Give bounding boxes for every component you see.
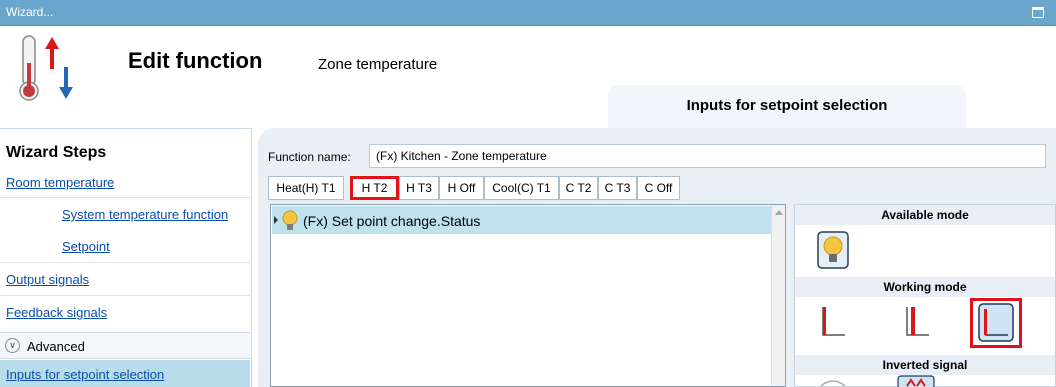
input-label: (Fx) Set point change.Status: [303, 213, 481, 229]
tab-heat-t1[interactable]: Heat(H) T1: [268, 176, 344, 200]
function-name-label: Function name:: [268, 150, 351, 164]
thermometer-icon: [19, 35, 73, 101]
divider: [0, 262, 250, 263]
maximize-icon[interactable]: [1032, 7, 1044, 18]
available-mode-bulb-button[interactable]: [817, 231, 849, 269]
tab-cool-t1[interactable]: Cool(C) T1: [484, 176, 559, 200]
step-room-temperature[interactable]: Room temperature: [6, 175, 114, 190]
function-name-field[interactable]: (Fx) Kitchen - Zone temperature: [369, 144, 1046, 168]
tab-h-t2[interactable]: H T2: [350, 176, 399, 200]
available-mode-title: Available mode: [795, 205, 1055, 225]
current-step-tab: Inputs for setpoint selection: [608, 85, 966, 128]
advanced-toggle[interactable]: ∨ Advanced: [0, 332, 250, 359]
header: Edit function Zone temperature Inputs fo…: [0, 26, 1056, 128]
wizard-steps-panel: Wizard Steps Room temperature System tem…: [0, 128, 252, 387]
divider: [0, 197, 250, 198]
window-title: Wizard...: [6, 5, 54, 19]
main-content: Function name: (Fx) Kitchen - Zone tempe…: [258, 128, 1056, 387]
scroll-up-icon[interactable]: [775, 210, 783, 215]
list-item[interactable]: (Fx) Set point change.Status: [272, 206, 771, 234]
inverted-signal-off-button[interactable]: [819, 378, 847, 387]
step-output-signals[interactable]: Output signals: [6, 272, 89, 287]
scrollbar[interactable]: [771, 205, 785, 386]
wizard-steps-title: Wizard Steps: [6, 144, 107, 161]
advanced-label: Advanced: [27, 339, 85, 354]
step-inputs-for-setpoint-selection[interactable]: Inputs for setpoint selection: [6, 367, 164, 382]
working-mode-1-button[interactable]: [819, 305, 847, 339]
working-mode-2-button[interactable]: [903, 305, 931, 339]
tab-h-t3[interactable]: H T3: [399, 176, 439, 200]
page-title: Edit function: [128, 48, 263, 73]
window-titlebar: Wizard...: [0, 0, 1056, 26]
step-feedback-signals[interactable]: Feedback signals: [6, 305, 107, 320]
tab-h-off[interactable]: H Off: [439, 176, 484, 200]
step-setpoint[interactable]: Setpoint: [62, 239, 110, 254]
bulb-icon: [282, 210, 298, 230]
divider: [0, 295, 250, 296]
expand-arrow-icon[interactable]: [274, 216, 278, 224]
page-subtitle: Zone temperature: [318, 56, 438, 73]
tab-c-t3[interactable]: C T3: [598, 176, 637, 200]
tab-c-off[interactable]: C Off: [637, 176, 680, 200]
step-system-temperature-function[interactable]: System temperature function: [62, 207, 228, 222]
inputs-list[interactable]: (Fx) Set point change.Status: [270, 204, 786, 387]
working-mode-3-button[interactable]: [970, 298, 1022, 348]
tab-c-t2[interactable]: C T2: [559, 176, 598, 200]
chevron-down-icon[interactable]: ∨: [5, 338, 20, 353]
working-mode-3-icon: [978, 303, 1014, 342]
working-mode-title: Working mode: [795, 277, 1055, 297]
inverted-signal-title: Inverted signal: [795, 355, 1055, 375]
selected-step-row[interactable]: Inputs for setpoint selection: [0, 360, 250, 387]
inverted-signal-on-button[interactable]: [897, 375, 935, 387]
mode-panel: Available mode Working mode Inverted sig…: [794, 204, 1056, 387]
